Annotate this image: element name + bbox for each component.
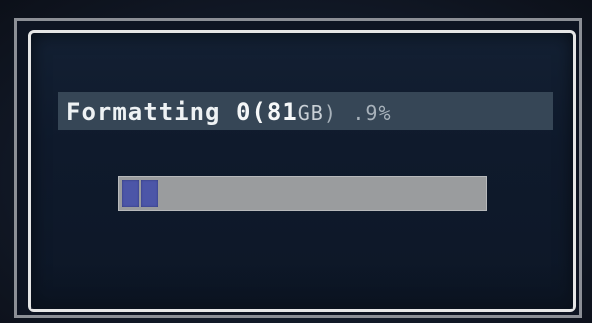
- dvr-screen: Formatting 0(81GB) .9%: [0, 0, 592, 323]
- progress-segment: [141, 180, 158, 207]
- progress-segment: [122, 180, 139, 207]
- status-word: Formatting: [66, 98, 221, 126]
- format-progress-bar: [118, 176, 487, 211]
- progress-fill: [122, 180, 158, 207]
- capacity-close: ): [323, 101, 337, 125]
- format-status-text: Formatting 0(81GB) .9%: [66, 97, 391, 127]
- dialog-bottom-shade: [31, 262, 573, 309]
- progress-count: 0: [235, 98, 252, 126]
- percent-text: .9%: [352, 101, 392, 125]
- capacity-unit: GB: [297, 101, 324, 125]
- capacity-value: (81: [251, 98, 298, 126]
